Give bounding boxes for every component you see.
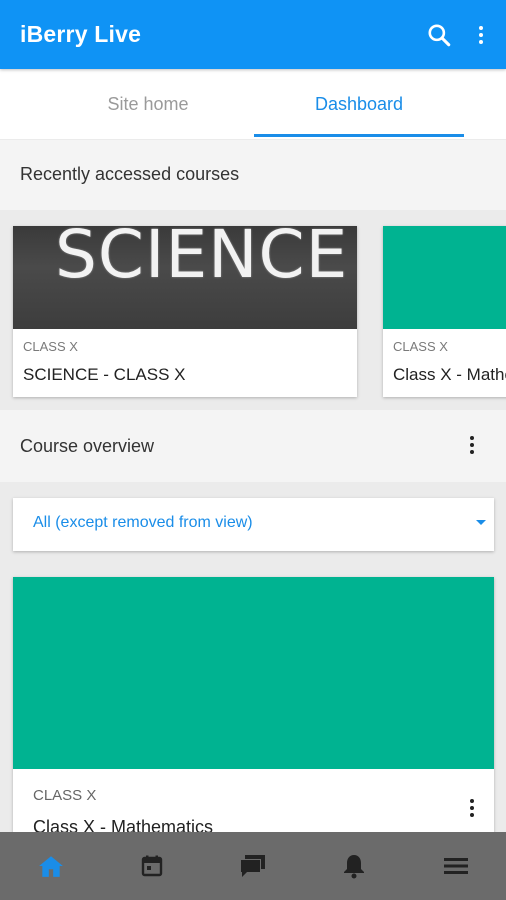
filter-value: All (except removed from view) xyxy=(33,514,253,531)
course-category: CLASS X xyxy=(393,339,448,354)
nav-menu[interactable] xyxy=(405,832,506,900)
tab-dashboard[interactable]: Dashboard xyxy=(254,69,464,139)
recent-course-card[interactable]: CLASS X Class X - Mathematics xyxy=(383,226,506,397)
menu-icon xyxy=(443,858,468,874)
nav-calendar[interactable] xyxy=(101,832,202,900)
nav-messages[interactable] xyxy=(202,832,303,900)
app-bar: iBerry Live xyxy=(0,0,506,69)
dropdown-caret-icon xyxy=(476,520,486,525)
nav-notifications[interactable] xyxy=(303,832,404,900)
course-filter-select[interactable]: All (except removed from view) xyxy=(13,498,494,551)
bottom-navigation xyxy=(0,832,506,900)
app-title: iBerry Live xyxy=(20,21,142,47)
tab-site-home[interactable]: Site home xyxy=(43,69,253,139)
recent-courses-title: Recently accessed courses xyxy=(20,164,240,184)
course-more-icon[interactable] xyxy=(470,799,474,817)
course-category: CLASS X xyxy=(23,339,78,354)
course-image-text: SCIENCE xyxy=(55,226,349,293)
course-image: SCIENCE xyxy=(13,226,357,329)
bell-icon xyxy=(343,855,364,879)
course-overview-header: Course overview xyxy=(0,410,506,482)
active-tab-indicator xyxy=(254,134,464,137)
more-vert-icon[interactable] xyxy=(463,17,499,53)
recent-courses-header: Recently accessed courses xyxy=(0,140,506,210)
course-name: SCIENCE - CLASS X xyxy=(23,365,186,384)
messages-icon xyxy=(240,855,265,877)
calendar-icon xyxy=(141,855,162,877)
course-overview-title: Course overview xyxy=(20,436,155,456)
nav-home[interactable] xyxy=(0,832,101,900)
course-image xyxy=(13,577,494,769)
course-category: CLASS X xyxy=(33,787,97,804)
tab-bar: Site home Dashboard xyxy=(0,69,506,139)
course-image xyxy=(383,226,506,329)
search-icon[interactable] xyxy=(421,17,457,53)
overview-more-icon[interactable] xyxy=(470,436,474,454)
home-icon xyxy=(38,856,63,877)
recent-course-card[interactable]: SCIENCE CLASS X SCIENCE - CLASS X xyxy=(13,226,357,397)
course-name: Class X - Mathematics xyxy=(393,365,506,384)
